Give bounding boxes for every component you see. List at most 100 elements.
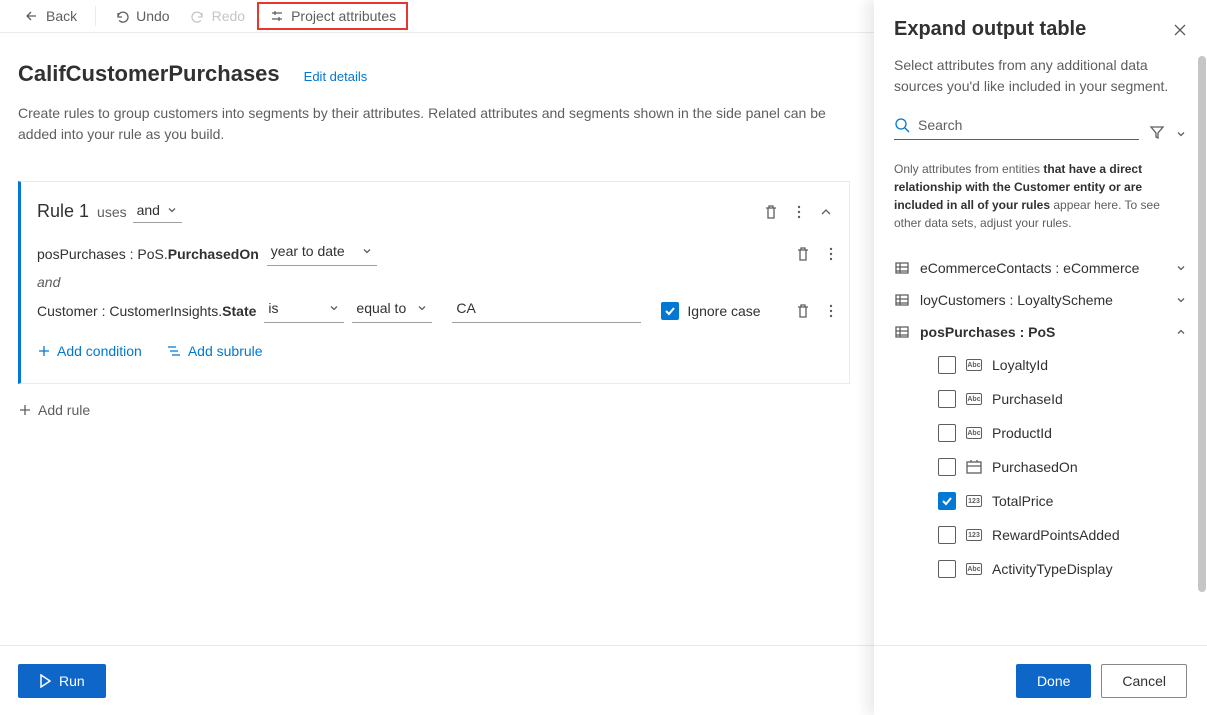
table-icon: [894, 260, 910, 276]
panel-done-label: Done: [1037, 673, 1070, 689]
cond2-op1-dropdown[interactable]: is: [264, 298, 344, 323]
attr-loyaltyid-label: LoyaltyId: [992, 357, 1048, 373]
arrow-left-icon: [24, 8, 40, 24]
cond1-attribute: posPurchases : PoS.PurchasedOn: [37, 246, 259, 262]
condition-more-icon[interactable]: [829, 246, 833, 262]
panel-title-text: Expand output table: [894, 18, 1086, 41]
delete-condition-icon[interactable]: [795, 246, 811, 262]
chevron-up-icon: [1175, 326, 1187, 338]
attr-productid-checkbox[interactable]: [938, 424, 956, 442]
table-icon: [894, 324, 910, 340]
edit-details-link[interactable]: Edit details: [304, 69, 368, 84]
attr-purchasedon-label: PurchasedOn: [992, 459, 1078, 475]
chevron-down-icon: [416, 302, 428, 314]
check-icon: [941, 495, 953, 507]
text-type-icon: Abc: [966, 393, 982, 405]
panel-description: Select attributes from any additional da…: [894, 55, 1187, 97]
entity-loyalty[interactable]: loyCustomers : LoyaltyScheme: [894, 284, 1187, 316]
panel-close-button[interactable]: [1173, 23, 1187, 37]
chevron-down-icon: [166, 204, 178, 216]
run-button[interactable]: Run: [18, 664, 106, 698]
rule-combinator-value: and: [137, 202, 160, 218]
attr-loyaltyid[interactable]: Abc LoyaltyId: [894, 348, 1187, 382]
undo-label: Undo: [136, 8, 169, 24]
entity-pos[interactable]: posPurchases : PoS: [894, 316, 1187, 348]
undo-button[interactable]: Undo: [106, 4, 177, 28]
attr-totalprice-checkbox[interactable]: [938, 492, 956, 510]
segment-title: CalifCustomerPurchases: [18, 61, 280, 87]
cond2-attribute: Customer : CustomerInsights.State: [37, 303, 256, 319]
panel-scroll-thumb[interactable]: [1198, 56, 1206, 592]
number-type-icon: 123: [966, 529, 982, 541]
toolbar-separator: [95, 6, 96, 26]
run-label: Run: [59, 673, 85, 689]
add-condition-button[interactable]: Add condition: [37, 337, 142, 365]
project-attributes-label: Project attributes: [291, 8, 396, 24]
search-icon: [894, 117, 910, 133]
attr-loyaltyid-checkbox[interactable]: [938, 356, 956, 374]
condition-more-icon[interactable]: [829, 303, 833, 319]
attr-purchaseid-checkbox[interactable]: [938, 390, 956, 408]
delete-rule-icon[interactable]: [763, 204, 779, 220]
attr-productid[interactable]: Abc ProductId: [894, 416, 1187, 450]
attr-productid-label: ProductId: [992, 425, 1052, 441]
chevron-down-icon: [328, 302, 340, 314]
attr-purchaseid-label: PurchaseId: [992, 391, 1063, 407]
and-connector: and: [37, 274, 833, 290]
filter-chevron[interactable]: [1175, 128, 1187, 140]
chevron-down-icon: [1175, 294, 1187, 306]
attr-purchasedon[interactable]: PurchasedOn: [894, 450, 1187, 484]
panel-bottom-bar: Done Cancel: [874, 645, 1207, 715]
panel-cancel-button[interactable]: Cancel: [1101, 664, 1187, 698]
filter-icon: [1149, 124, 1165, 140]
add-subrule-label: Add subrule: [188, 343, 263, 359]
cond2-op2-dropdown[interactable]: equal to: [352, 298, 432, 323]
entity-loyalty-label: loyCustomers : LoyaltyScheme: [920, 292, 1113, 308]
add-subrule-button[interactable]: Add subrule: [166, 337, 263, 365]
attr-totalprice-label: TotalPrice: [992, 493, 1053, 509]
date-type-icon: [966, 460, 982, 474]
ignore-case-checkbox[interactable]: [661, 302, 679, 320]
panel-done-button[interactable]: Done: [1016, 664, 1091, 698]
chevron-down-icon: [1175, 128, 1187, 140]
attr-activitytype[interactable]: Abc ActivityTypeDisplay: [894, 552, 1187, 586]
panel-search-input[interactable]: [918, 117, 1139, 133]
chevron-up-icon[interactable]: [819, 205, 833, 219]
rule-title: Rule 1: [37, 201, 89, 222]
condition-row-2: Customer : CustomerInsights.State is equ…: [37, 298, 833, 323]
filter-button[interactable]: [1149, 124, 1165, 140]
redo-button[interactable]: Redo: [182, 4, 253, 28]
attr-purchasedon-checkbox[interactable]: [938, 458, 956, 476]
cond2-op1-value: is: [268, 300, 278, 316]
attr-activitytype-checkbox[interactable]: [938, 560, 956, 578]
cond1-operator-dropdown[interactable]: year to date: [267, 241, 377, 266]
rule-combinator-dropdown[interactable]: and: [133, 200, 182, 223]
chevron-down-icon: [361, 245, 373, 257]
attr-totalprice[interactable]: 123 TotalPrice: [894, 484, 1187, 518]
subrule-icon: [166, 344, 182, 358]
entity-ecommerce-label: eCommerceContacts : eCommerce: [920, 260, 1139, 276]
cond2-op2-value: equal to: [356, 300, 406, 316]
add-condition-label: Add condition: [57, 343, 142, 359]
expand-output-panel: Expand output table Select attributes fr…: [874, 0, 1207, 715]
back-button[interactable]: Back: [16, 4, 85, 28]
cond2-value-input[interactable]: [452, 298, 641, 323]
entity-ecommerce[interactable]: eCommerceContacts : eCommerce: [894, 252, 1187, 284]
rule-more-icon[interactable]: [797, 204, 801, 220]
plus-icon: [37, 344, 51, 358]
play-icon: [39, 674, 51, 688]
attr-rewardpoints-label: RewardPointsAdded: [992, 527, 1120, 543]
project-attributes-button[interactable]: Project attributes: [257, 2, 408, 30]
text-type-icon: Abc: [966, 563, 982, 575]
add-rule-label: Add rule: [38, 402, 90, 418]
attr-rewardpoints-checkbox[interactable]: [938, 526, 956, 544]
attr-rewardpoints[interactable]: 123 RewardPointsAdded: [894, 518, 1187, 552]
delete-condition-icon[interactable]: [795, 303, 811, 319]
panel-outer-scrollbar[interactable]: [1197, 0, 1207, 645]
redo-icon: [190, 8, 206, 24]
panel-search-input-wrap[interactable]: [894, 117, 1139, 140]
back-label: Back: [46, 8, 77, 24]
number-type-icon: 123: [966, 495, 982, 507]
text-type-icon: Abc: [966, 359, 982, 371]
attr-purchaseid[interactable]: Abc PurchaseId: [894, 382, 1187, 416]
